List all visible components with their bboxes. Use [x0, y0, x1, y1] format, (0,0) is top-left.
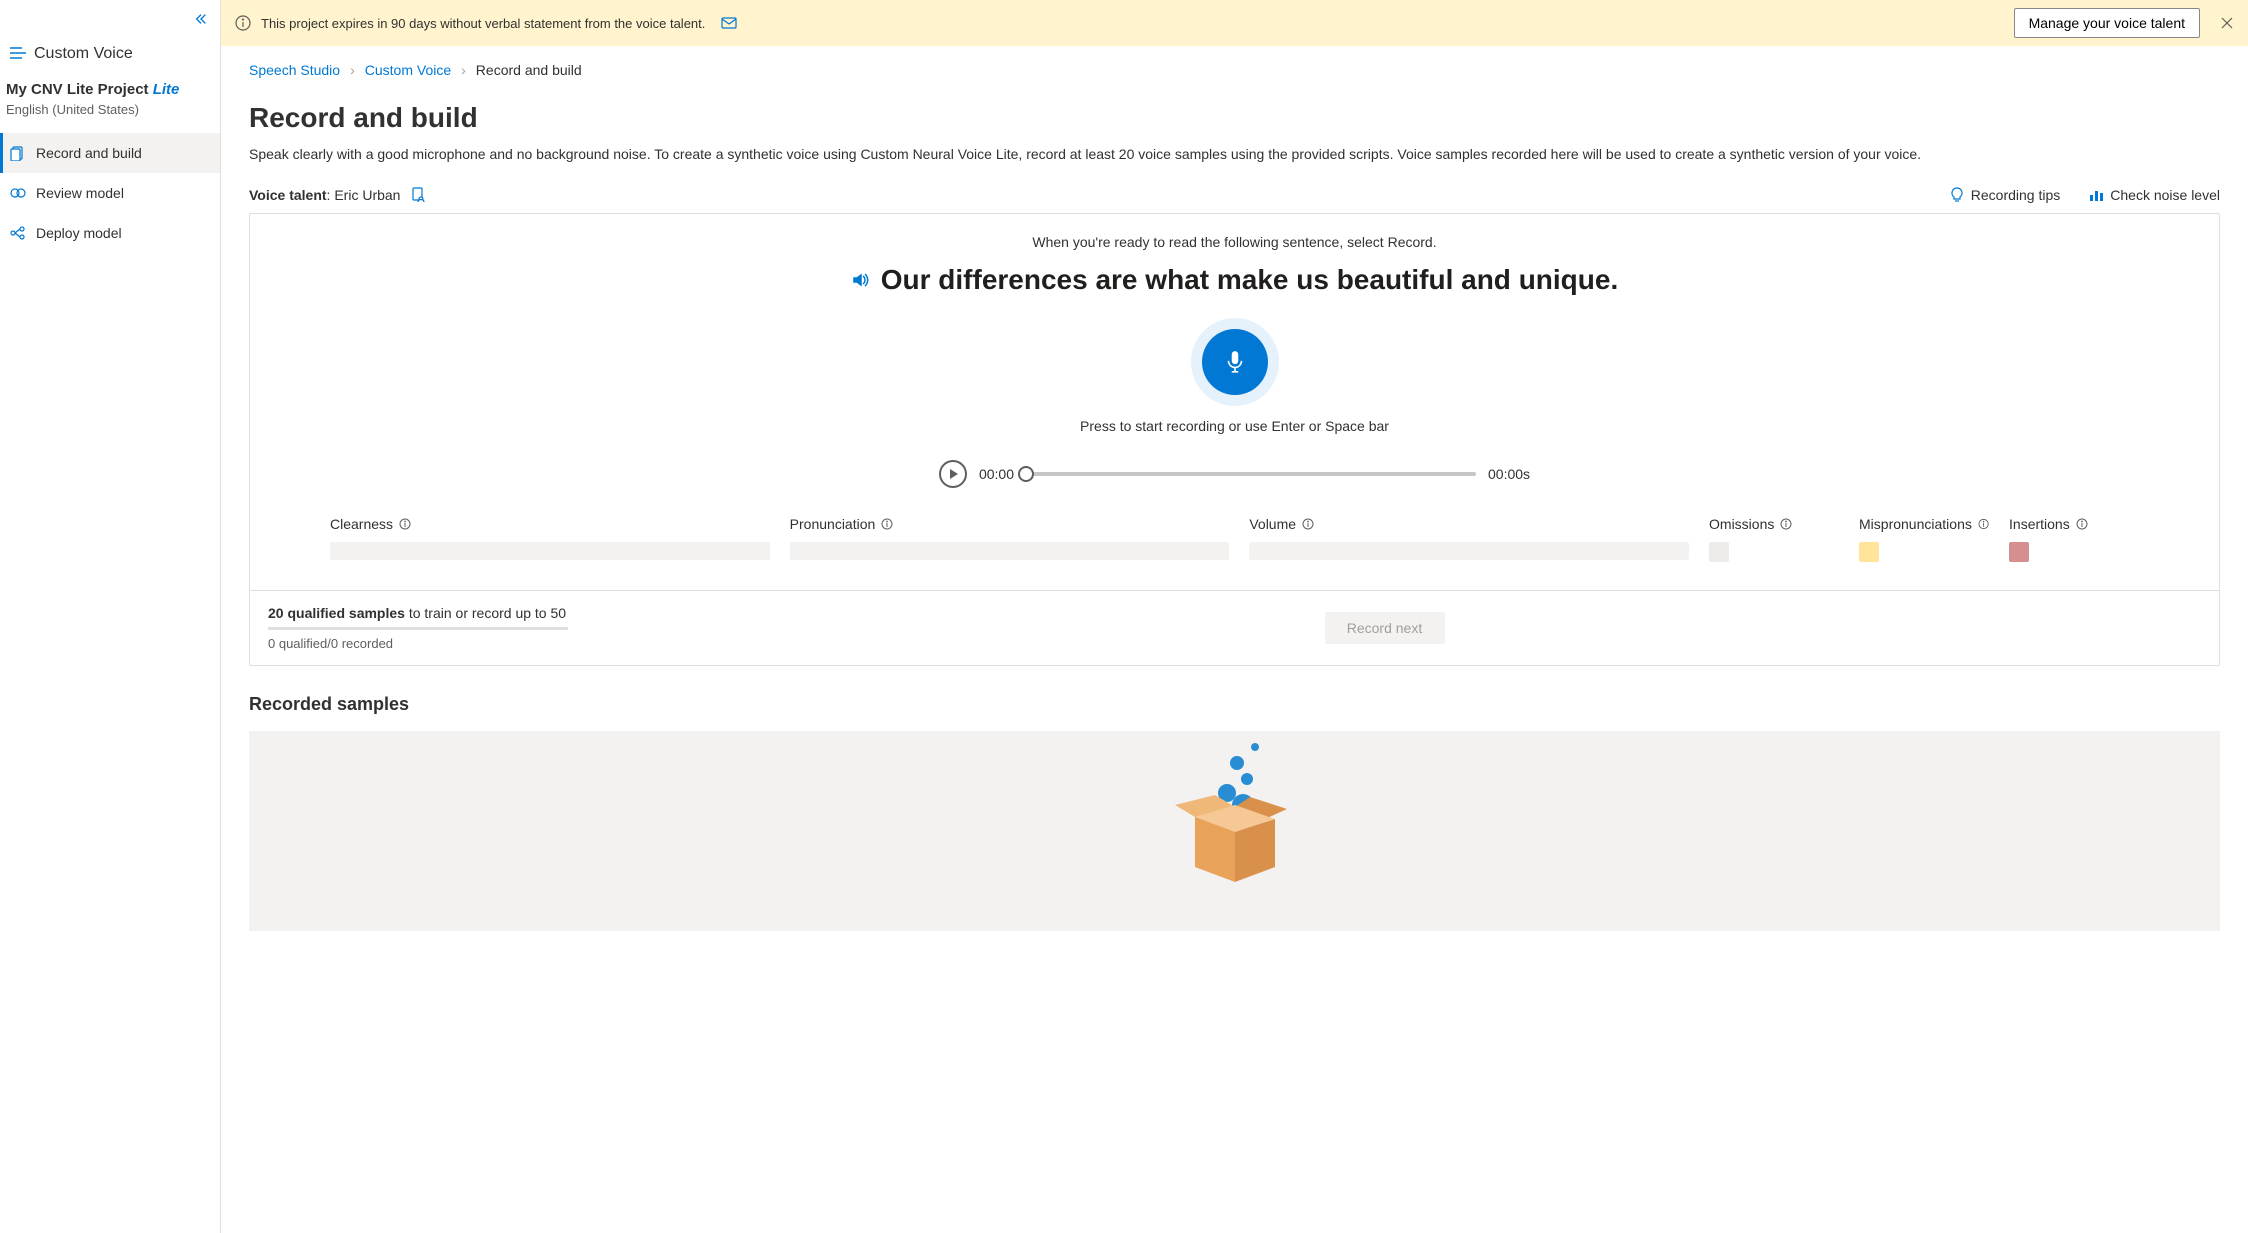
recorder-footer: 20 qualified samples to train or record … [250, 590, 2219, 665]
recorder-card: When you're ready to read the following … [249, 213, 2220, 666]
microphone-icon [1222, 349, 1248, 375]
breadcrumb: Speech Studio › Custom Voice › Record an… [249, 62, 2220, 78]
sidebar-collapse-button[interactable] [0, 8, 220, 33]
chevron-right-icon: › [350, 62, 355, 78]
record-next-button[interactable]: Record next [1325, 612, 1445, 644]
time-current: 00:00 [979, 466, 1014, 482]
metric-volume: Volume [1249, 516, 1689, 562]
info-icon[interactable] [1780, 518, 1792, 530]
deploy-icon [10, 225, 26, 241]
content-scroll[interactable]: Speech Studio › Custom Voice › Record an… [221, 46, 2248, 1233]
sidebar: Custom Voice My CNV Lite Project Lite En… [0, 0, 221, 1233]
banner-text: This project expires in 90 days without … [261, 16, 705, 31]
toolbar: Voice talent: Eric Urban Recording tips … [249, 187, 2220, 203]
sidebar-product: Custom Voice [0, 33, 220, 81]
recorder-sentence: Our differences are what make us beautif… [881, 264, 1619, 296]
project-language: English (United States) [6, 102, 214, 117]
sidebar-nav: Record and build Review model Deploy mod… [0, 133, 220, 253]
project-name: My CNV Lite Project Lite [6, 81, 214, 98]
info-icon[interactable] [399, 518, 411, 530]
nav-label: Review model [36, 185, 124, 201]
chevron-right-icon: › [461, 62, 466, 78]
metric-insertions: Insertions [2009, 516, 2139, 562]
empty-box-illustration [1165, 737, 1305, 897]
breadcrumb-current: Record and build [476, 62, 582, 78]
footer-sub: 0 qualified/0 recorded [268, 636, 568, 651]
nav-label: Record and build [36, 145, 142, 161]
info-icon[interactable] [881, 518, 893, 530]
metric-omissions: Omissions [1709, 516, 1839, 562]
bar-chart-icon [2088, 187, 2104, 203]
mic-hint: Press to start recording or use Enter or… [280, 418, 2189, 434]
voice-talent: Voice talent: Eric Urban [249, 187, 400, 203]
metric-mispronunciations: Mispronunciations [1859, 516, 1989, 562]
metrics: Clearness Pronunciation Volume [280, 516, 2189, 562]
recorded-samples-empty [249, 731, 2220, 931]
expiry-banner: This project expires in 90 days without … [221, 0, 2248, 46]
list-icon [10, 46, 26, 63]
seek-thumb[interactable] [1018, 466, 1034, 482]
time-total: 00:00s [1488, 466, 1530, 482]
play-button[interactable] [939, 460, 967, 488]
check-noise-link[interactable]: Check noise level [2088, 187, 2220, 203]
footer-text: 20 qualified samples to train or record … [268, 605, 568, 621]
recorder-hint: When you're ready to read the following … [280, 234, 2189, 250]
play-icon [949, 469, 959, 479]
nav-deploy-model[interactable]: Deploy model [0, 213, 220, 253]
seek-slider[interactable] [1026, 472, 1476, 476]
nav-label: Deploy model [36, 225, 122, 241]
project-block: My CNV Lite Project Lite English (United… [0, 81, 220, 129]
lightbulb-icon [1949, 187, 1965, 203]
review-icon [10, 185, 26, 201]
breadcrumb-link[interactable]: Custom Voice [365, 62, 451, 78]
nav-record-and-build[interactable]: Record and build [0, 133, 220, 173]
info-icon[interactable] [1978, 518, 1989, 530]
main: This project expires in 90 days without … [221, 0, 2248, 1233]
footer-progress [268, 627, 568, 630]
metric-clearness: Clearness [330, 516, 770, 562]
record-icon [10, 145, 26, 161]
product-title: Custom Voice [34, 45, 133, 63]
document-person-icon[interactable] [410, 187, 426, 203]
close-icon[interactable] [2220, 16, 2234, 30]
nav-review-model[interactable]: Review model [0, 173, 220, 213]
recorded-samples-title: Recorded samples [249, 694, 2220, 715]
page-description: Speak clearly with a good microphone and… [249, 144, 2220, 165]
metric-pronunciation: Pronunciation [790, 516, 1230, 562]
info-icon[interactable] [1302, 518, 1314, 530]
manage-voice-talent-button[interactable]: Manage your voice talent [2014, 8, 2200, 38]
chevron-double-left-icon [194, 12, 208, 26]
info-icon [235, 15, 251, 31]
record-button[interactable] [1191, 318, 1279, 406]
breadcrumb-link[interactable]: Speech Studio [249, 62, 340, 78]
speaker-icon[interactable] [851, 271, 869, 289]
playback-controls: 00:00 00:00s [280, 460, 2189, 488]
recording-tips-link[interactable]: Recording tips [1949, 187, 2061, 203]
info-icon[interactable] [2076, 518, 2088, 530]
mail-icon[interactable] [721, 16, 737, 30]
page-title: Record and build [249, 102, 2220, 134]
